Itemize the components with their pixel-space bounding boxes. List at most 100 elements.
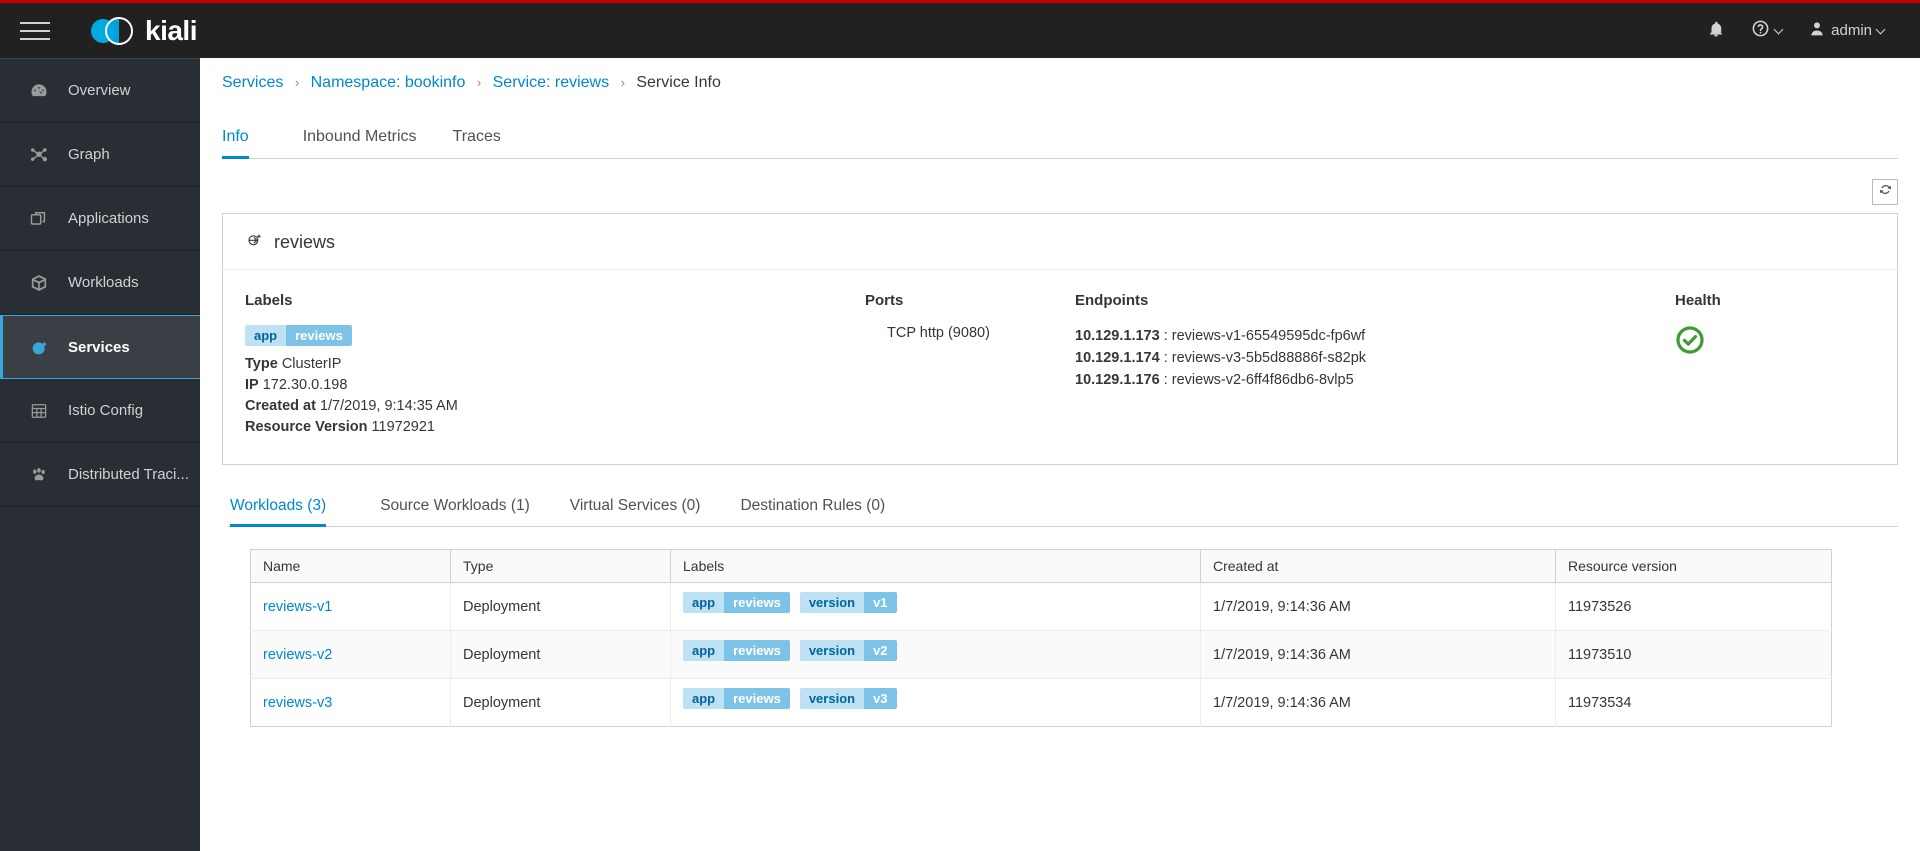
breadcrumb-item-namespace[interactable]: Namespace: bookinfo xyxy=(311,74,466,91)
cell-created-at: 1/7/2019, 9:14:36 AM xyxy=(1200,678,1556,727)
chevron-down-icon xyxy=(1875,24,1886,34)
sidebar-item-applications[interactable]: Applications xyxy=(0,187,200,251)
label-badge-value: reviews xyxy=(724,592,790,613)
subtab-workloads[interactable]: Workloads (3) xyxy=(228,491,346,527)
page-tabs: Info Inbound Metrics Traces xyxy=(222,122,1898,159)
sidebar-item-distributed-tracing[interactable]: Distributed Traci... xyxy=(0,443,200,507)
sidebar-item-workloads[interactable]: Workloads xyxy=(0,251,200,315)
column-header-resource-version[interactable]: Resource version xyxy=(1555,549,1832,583)
endpoints-column: Endpoints 10.129.1.173 : reviews-v1-6554… xyxy=(1075,292,1675,438)
column-header-labels[interactable]: Labels xyxy=(670,549,1201,583)
cell-type: Deployment xyxy=(450,678,671,727)
tab-inbound-metrics[interactable]: Inbound Metrics xyxy=(285,122,435,158)
endpoints-heading: Endpoints xyxy=(1075,292,1149,309)
cell-labels: app reviews version v2 xyxy=(670,630,1201,679)
breadcrumb-separator: › xyxy=(620,75,625,90)
table-row: reviews-v2 Deployment app reviews versio… xyxy=(250,630,1832,679)
workload-link[interactable]: reviews-v1 xyxy=(263,599,332,615)
breadcrumb-item-current: Service Info xyxy=(636,74,721,91)
brand-name: kiali xyxy=(145,14,197,46)
cell-name: reviews-v3 xyxy=(250,678,451,727)
breadcrumb: Services › Namespace: bookinfo › Service… xyxy=(200,58,1920,92)
tab-info[interactable]: Info xyxy=(222,122,267,159)
table-header-row: Name Type Labels Created at Resource ver… xyxy=(250,549,1832,583)
breadcrumb-item-services[interactable]: Services xyxy=(222,74,283,91)
subtab-source-workloads[interactable]: Source Workloads (1) xyxy=(360,491,550,526)
topology-icon xyxy=(28,144,50,166)
main-content: Services › Namespace: bookinfo › Service… xyxy=(200,58,1920,851)
label-badge-group: app reviews version v3 xyxy=(683,688,1188,717)
service-icon xyxy=(245,230,264,254)
refresh-button[interactable] xyxy=(1872,179,1898,205)
cube-icon xyxy=(28,272,50,294)
ports-column: Ports TCP http (9080) xyxy=(865,292,1075,438)
tab-traces[interactable]: Traces xyxy=(435,122,519,158)
sidebar-item-label: Graph xyxy=(68,146,110,163)
label-badge-value: v3 xyxy=(864,688,897,709)
endpoint-item: 10.129.1.173 : reviews-v1-65549595dc-fp6… xyxy=(1075,325,1675,347)
info-tab-content: reviews Labels app reviews Type ClusterI… xyxy=(200,159,1920,727)
help-menu-button[interactable] xyxy=(1741,11,1792,50)
sidebar-nav: Overview Graph Applications Workloads Se… xyxy=(0,58,200,851)
label-badge-value: v1 xyxy=(864,592,897,613)
cell-resource-version: 11973526 xyxy=(1555,582,1832,631)
column-header-type[interactable]: Type xyxy=(450,549,671,583)
cell-name: reviews-v2 xyxy=(250,630,451,679)
workload-link[interactable]: reviews-v2 xyxy=(263,647,332,663)
breadcrumb-item-service[interactable]: Service: reviews xyxy=(493,74,609,91)
notifications-button[interactable] xyxy=(1697,12,1735,50)
label-badge-key: app xyxy=(245,325,287,346)
service-ip-key: IP xyxy=(245,377,259,393)
table-header: Name Type Labels Created at Resource ver… xyxy=(250,549,1832,583)
endpoint-separator: : xyxy=(1163,350,1168,366)
user-icon xyxy=(1808,20,1826,42)
table-row: reviews-v1 Deployment app reviews versio… xyxy=(250,582,1832,631)
sidebar-item-label: Istio Config xyxy=(68,402,144,419)
endpoint-item: 10.129.1.174 : reviews-v3-5b5d88886f-s82… xyxy=(1075,347,1675,369)
refresh-icon xyxy=(1878,182,1893,202)
help-circle-icon xyxy=(1751,19,1770,42)
service-resource-version-value: 11972921 xyxy=(371,419,435,435)
cell-resource-version: 11973534 xyxy=(1568,694,1632,711)
table-body: reviews-v1 Deployment app reviews versio… xyxy=(250,582,1832,727)
column-header-created-at[interactable]: Created at xyxy=(1200,549,1556,583)
sidebar-item-label: Services xyxy=(68,338,130,356)
service-title: reviews xyxy=(274,231,336,252)
service-icon xyxy=(28,336,50,358)
sidebar-item-services[interactable]: Services xyxy=(0,315,200,379)
ports-heading: Ports xyxy=(865,292,904,309)
service-resource-version-key: Resource Version xyxy=(245,419,368,435)
applications-icon xyxy=(28,208,50,230)
port-item: TCP http (9080) xyxy=(887,325,990,341)
sidebar-item-graph[interactable]: Graph xyxy=(0,123,200,187)
check-circle-icon[interactable] xyxy=(1675,325,1705,355)
detail-subtabs: Workloads (3) Source Workloads (1) Virtu… xyxy=(228,491,1898,527)
cell-labels: app reviews version v1 xyxy=(670,582,1201,631)
label-badge-version: version v2 xyxy=(799,640,897,661)
topbar-right-group: admin xyxy=(1697,11,1894,50)
label-badge: app reviews xyxy=(245,325,352,346)
label-badge-value: reviews xyxy=(724,640,790,661)
label-badge-key: version xyxy=(799,640,865,661)
subtab-virtual-services[interactable]: Virtual Services (0) xyxy=(550,491,721,526)
bell-icon xyxy=(1707,20,1725,42)
label-badge-group: app reviews version v1 xyxy=(683,592,1188,621)
subtab-destination-rules[interactable]: Destination Rules (0) xyxy=(720,491,905,526)
service-created-row: Created at 1/7/2019, 9:14:35 AM xyxy=(245,396,865,417)
workloads-table: Name Type Labels Created at Resource ver… xyxy=(250,549,1832,727)
cell-created-at: 1/7/2019, 9:14:36 AM xyxy=(1200,630,1556,679)
user-menu-button[interactable]: admin xyxy=(1798,12,1894,50)
column-header-name[interactable]: Name xyxy=(250,549,451,583)
sidebar-item-istio-config[interactable]: Istio Config xyxy=(0,379,200,443)
table-row: reviews-v3 Deployment app reviews versio… xyxy=(250,678,1832,727)
label-badge-key: version xyxy=(799,688,865,709)
hamburger-icon[interactable] xyxy=(20,18,54,44)
workload-link[interactable]: reviews-v3 xyxy=(263,695,332,711)
brand-logo-group[interactable]: kiali xyxy=(91,15,197,47)
service-ip-value: 172.30.0.198 xyxy=(262,377,348,393)
cell-labels: app reviews version v3 xyxy=(670,678,1201,727)
chevron-down-icon xyxy=(1773,24,1784,34)
dashboard-icon xyxy=(28,80,50,102)
service-type-row: Type ClusterIP xyxy=(245,354,865,375)
sidebar-item-overview[interactable]: Overview xyxy=(0,59,200,123)
